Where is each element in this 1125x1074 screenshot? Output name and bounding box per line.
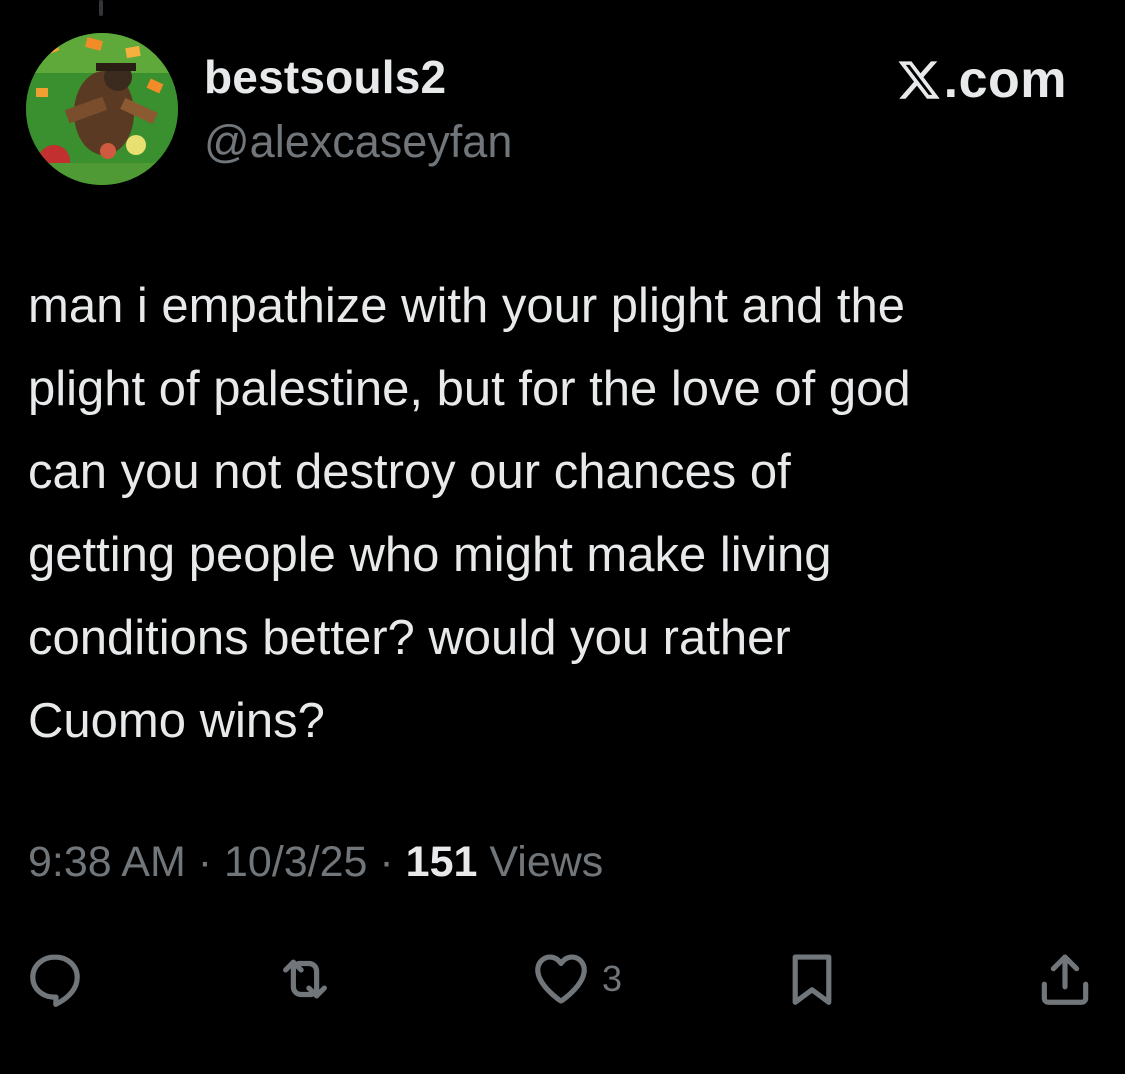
like-count: 3 bbox=[602, 958, 623, 999]
tweet-time[interactable]: 9:38 AM bbox=[28, 838, 186, 887]
action-bar: 3 bbox=[0, 945, 1125, 1015]
like-button[interactable]: 3 bbox=[530, 945, 622, 1013]
brand-watermark: .com bbox=[896, 50, 1067, 110]
retweet-icon bbox=[283, 959, 327, 999]
bookmark-button[interactable] bbox=[781, 945, 843, 1013]
bookmark-icon bbox=[792, 954, 832, 1005]
reply-icon bbox=[30, 954, 80, 1007]
user-handle[interactable]: @alexcaseyfan bbox=[204, 116, 512, 168]
retweet-button[interactable] bbox=[274, 945, 336, 1013]
share-button[interactable] bbox=[1034, 945, 1096, 1013]
views-label: Views bbox=[477, 838, 604, 886]
tweet-text: man i empathize with your plight and the… bbox=[28, 279, 911, 748]
heart-icon bbox=[535, 954, 587, 1004]
meta-separator: · bbox=[367, 838, 406, 886]
share-icon bbox=[1041, 954, 1089, 1005]
tweet-date[interactable]: 10/3/25 bbox=[224, 838, 367, 887]
thread-connector-line bbox=[99, 0, 103, 16]
meta-separator: · bbox=[185, 838, 224, 886]
reply-button[interactable] bbox=[24, 945, 86, 1013]
brand-text: .com bbox=[943, 51, 1067, 109]
avatar-image bbox=[26, 33, 178, 185]
views-count[interactable]: 151 bbox=[406, 838, 478, 887]
display-name[interactable]: bestsouls2 bbox=[204, 50, 446, 104]
avatar[interactable] bbox=[26, 33, 178, 185]
tweet-meta: 9:38 AM · 10/3/25 · 151 Views bbox=[28, 838, 603, 887]
x-logo-icon bbox=[898, 61, 940, 99]
